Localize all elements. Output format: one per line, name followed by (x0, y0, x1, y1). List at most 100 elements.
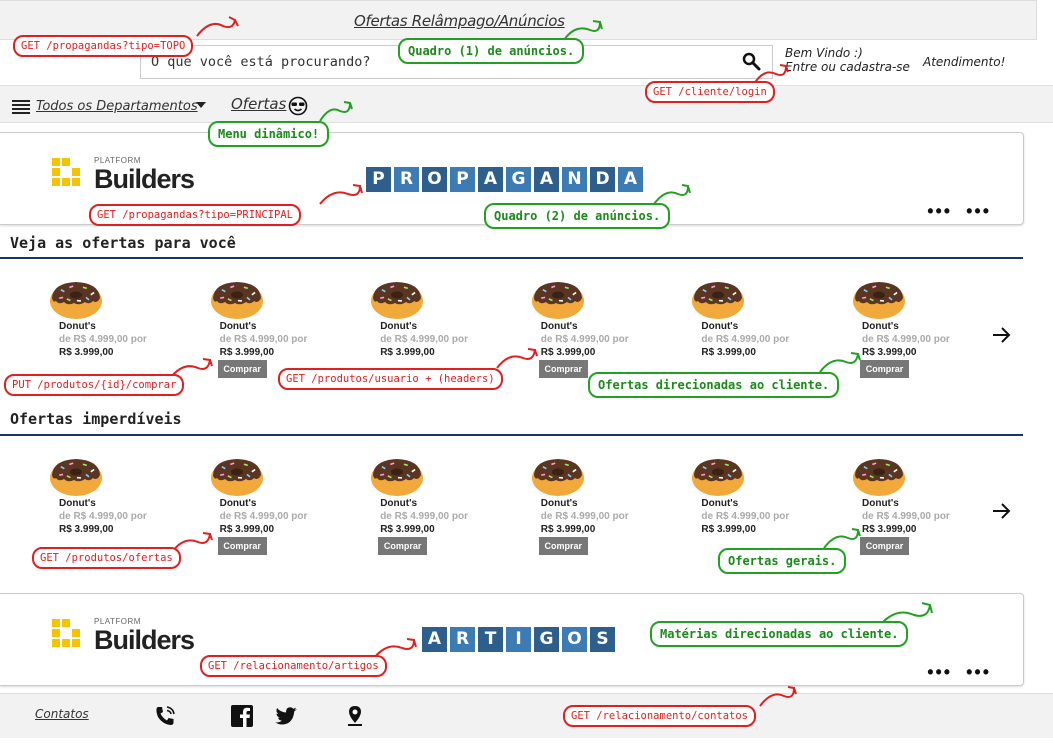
welcome-text: Bem Vindo :) (785, 46, 863, 60)
annotation-label: Menu dinâmico! (208, 121, 330, 147)
donut-icon (210, 459, 263, 496)
product-name: Donut's (862, 498, 899, 509)
annotation-label: GET /produtos/ofertas (32, 547, 181, 569)
sunglasses-smiley-icon (288, 96, 308, 116)
buy-button[interactable]: Comprar (217, 537, 267, 555)
propaganda-wordmark: PROPAGANDA (366, 167, 643, 192)
product-card[interactable]: Donut's de R$ 4.999,00 por R$ 3.999,00 Comp… (852, 278, 972, 388)
support-link[interactable]: Atendimento! (923, 55, 1005, 69)
product-price: R$ 3.999,00 (219, 524, 275, 535)
product-old-price: de R$ 4.999,00 por (540, 511, 629, 522)
top-banner-title[interactable]: Ofertas Relâmpago/Anúncios (354, 12, 565, 30)
logo-text: Builders (94, 164, 195, 194)
pagination-dots[interactable]: ••• (927, 662, 952, 682)
annotation-label: Matérias direcionadas ao cliente. (650, 621, 909, 647)
menu-bar: Todos os Departamentos Ofertas (0, 85, 1053, 123)
login-link[interactable]: Bem Vindo :) Entre ou cadastra-se (785, 46, 910, 74)
annotation-label: GET /relacionamento/artigos (200, 655, 387, 677)
annotation-label: Quadro (1) de anúncios. (398, 38, 585, 64)
arrow-right-icon[interactable] (990, 500, 1012, 522)
product-card[interactable]: Donut's de R$ 4.999,00 por R$ 3.999,00 Comp… (531, 455, 651, 565)
product-old-price: de R$ 4.999,00 por (862, 511, 950, 522)
pagination-dots[interactable]: ••• (966, 662, 991, 682)
product-old-price: de R$ 4.999,00 por (701, 334, 790, 345)
section-divider (0, 434, 1023, 436)
top-ad-banner[interactable]: Ofertas Relâmpago/Anúncios (0, 0, 1037, 40)
buy-button[interactable]: Comprar (538, 537, 588, 555)
hamburger-icon[interactable] (12, 100, 30, 114)
product-name: Donut's (219, 498, 257, 509)
buy-button[interactable]: Comprar (860, 537, 909, 555)
facebook-icon[interactable] (230, 704, 254, 728)
product-name: Donut's (380, 498, 418, 509)
footer: Contatos (0, 693, 1053, 738)
signin-text[interactable]: Entre ou cadastra-se (785, 60, 910, 74)
letter-tile: N (562, 167, 587, 192)
letter-tile: R (394, 167, 419, 192)
annotation-label: GET /relacionamento/contatos (563, 705, 757, 727)
donut-icon (50, 459, 102, 496)
product-name: Donut's (862, 321, 899, 332)
buy-button[interactable]: Comprar (538, 360, 588, 378)
product-old-price: de R$ 4.999,00 por (380, 334, 469, 345)
buy-button[interactable]: Comprar (378, 537, 428, 555)
logo-mark-icon (52, 619, 80, 647)
product-name: Donut's (219, 321, 257, 332)
annotation-label: GET /cliente/login (645, 81, 775, 103)
product-old-price: de R$ 4.999,00 por (59, 511, 147, 522)
twitter-icon[interactable] (274, 704, 298, 728)
annotation-label: GET /propagandas?tipo=TOPO (13, 35, 194, 57)
offers-link[interactable]: Ofertas (231, 95, 286, 113)
buy-button[interactable]: Comprar (217, 360, 267, 378)
product-card[interactable]: Donut's de R$ 4.999,00 por R$ 3.999,00 Comp… (370, 455, 490, 565)
banner-pagination: ••• ••• (913, 663, 991, 681)
donut-icon (531, 459, 584, 496)
product-name: Donut's (701, 498, 739, 509)
section-title: Ofertas imperdíveis (10, 410, 182, 428)
section-divider (0, 257, 1023, 259)
donut-icon (50, 282, 102, 319)
letter-tile: S (590, 627, 615, 652)
letter-tile: P (366, 167, 391, 192)
product-name: Donut's (59, 498, 96, 509)
product-price: R$ 3.999,00 (701, 524, 756, 535)
product-name: Donut's (59, 321, 96, 332)
search-icon[interactable] (742, 52, 762, 72)
product-card[interactable]: Donut's de R$ 4.999,00 por R$ 3.999,00 Comp… (210, 455, 330, 565)
letter-tile: A (422, 627, 447, 652)
product-card[interactable]: Donut's de R$ 4.999,00 por R$ 3.999,00 (49, 278, 169, 388)
product-name: Donut's (540, 498, 578, 509)
buy-button[interactable]: Comprar (860, 360, 909, 378)
section-title: Veja as ofertas para você (10, 234, 236, 252)
letter-tile: O (562, 627, 587, 652)
annotation-label: Ofertas direcionadas ao cliente. (588, 372, 840, 398)
logo-mark-icon (52, 158, 80, 186)
contacts-link[interactable]: Contatos (35, 707, 89, 721)
pagination-dots[interactable]: ••• (927, 201, 952, 221)
artigos-wordmark: ARTIGOS (422, 627, 615, 652)
phone-icon[interactable] (153, 704, 177, 728)
product-name: Donut's (701, 321, 739, 332)
arrow-right-icon[interactable] (990, 324, 1012, 346)
product-price: R$ 3.999,00 (540, 347, 596, 358)
product-card[interactable]: Donut's de R$ 4.999,00 por R$ 3.999,00 Comp… (852, 455, 972, 565)
product-old-price: de R$ 4.999,00 por (219, 334, 308, 345)
donut-icon (371, 282, 424, 319)
letter-tile: A (618, 167, 643, 192)
product-price: R$ 3.999,00 (59, 524, 114, 535)
donut-icon (210, 282, 263, 319)
product-price: R$ 3.999,00 (701, 347, 756, 358)
departments-menu[interactable]: Todos os Departamentos (36, 99, 198, 114)
banner-pagination: ••• ••• (913, 202, 991, 220)
location-pin-icon[interactable] (343, 704, 367, 728)
pagination-dots[interactable]: ••• (966, 201, 991, 221)
letter-tile: I (506, 627, 531, 652)
donut-icon (371, 459, 424, 496)
letter-tile: O (422, 167, 447, 192)
donut-icon (692, 459, 745, 496)
product-old-price: de R$ 4.999,00 por (59, 334, 147, 345)
letter-tile: D (590, 167, 615, 192)
donut-icon (853, 282, 905, 319)
letter-tile: G (534, 627, 559, 652)
chevron-down-icon[interactable] (196, 102, 206, 108)
